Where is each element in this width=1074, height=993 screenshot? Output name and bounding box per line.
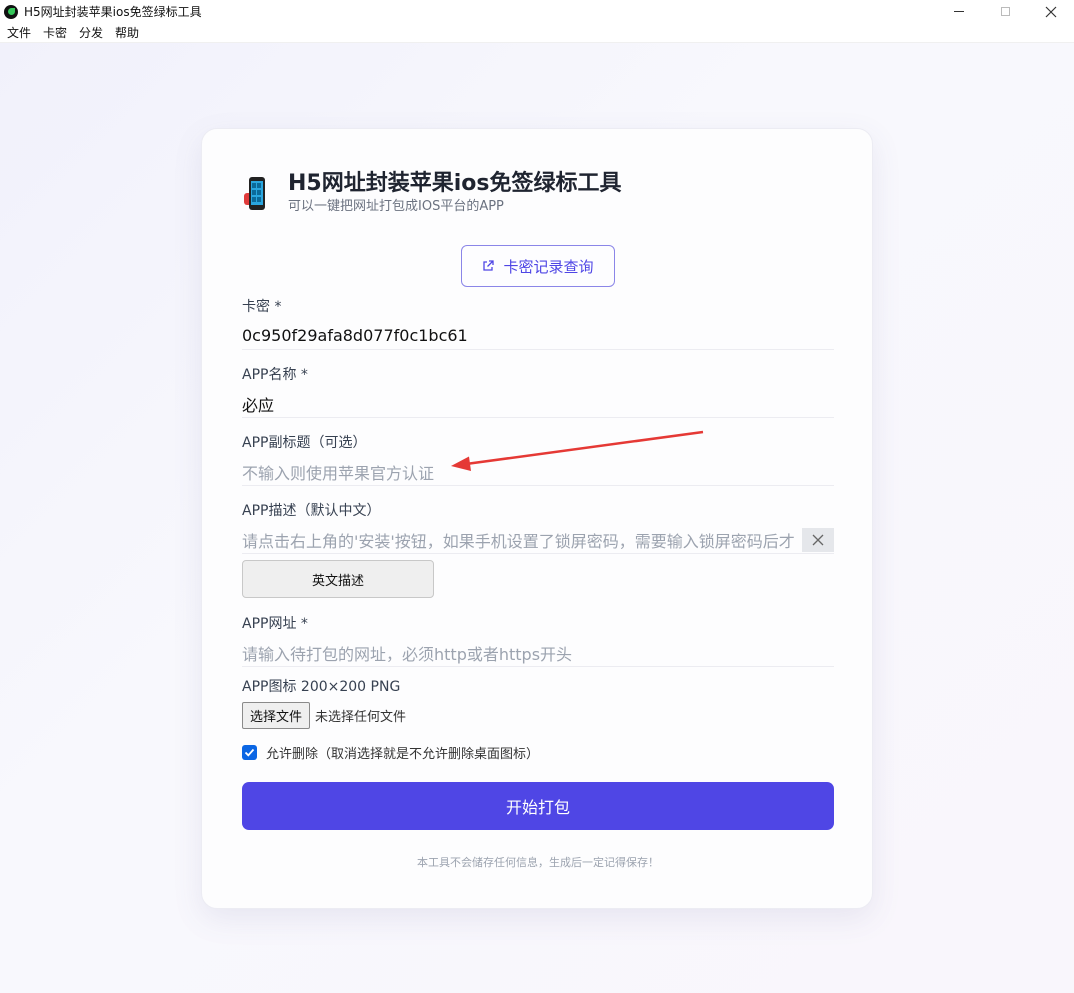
- allow-delete-checkbox[interactable]: [242, 745, 257, 760]
- minimize-button[interactable]: [936, 0, 982, 23]
- app-url-input[interactable]: 请输入待打包的网址，必须http或者https开头: [242, 639, 834, 667]
- app-subtitle-label: APP副标题（可选）: [242, 435, 367, 451]
- app-url-field: APP网址 * 请输入待打包的网址，必须http或者https开头: [242, 615, 834, 667]
- menu-file[interactable]: 文件: [0, 24, 37, 41]
- card-header: H5网址封装苹果ios免签绿标工具 可以一键把网址打包成IOS平台的APP: [242, 169, 621, 215]
- app-subtitle-field: APP副标题（可选） 不输入则使用苹果官方认证: [242, 434, 834, 486]
- app-name-field: APP名称 * 必应: [242, 366, 834, 418]
- external-link-icon: [483, 260, 495, 271]
- maximize-button[interactable]: [982, 0, 1028, 23]
- page-background: H5网址封装苹果ios免签绿标工具 可以一键把网址打包成IOS平台的APP 卡密…: [0, 43, 1074, 993]
- footer-note: 本工具不会储存任何信息，生成后一定记得保存！: [417, 856, 659, 869]
- mobile-phone-icon: [242, 175, 272, 213]
- app-subtitle-input[interactable]: 不输入则使用苹果官方认证: [242, 458, 834, 486]
- page-subtitle: 可以一键把网址打包成IOS平台的APP: [288, 199, 504, 214]
- menu-card-key[interactable]: 卡密: [37, 24, 73, 41]
- card-key-input[interactable]: 0c950f29afa8d077f0c1bc61: [242, 322, 834, 350]
- menu-help[interactable]: 帮助: [109, 24, 145, 41]
- form-card: H5网址封装苹果ios免签绿标工具 可以一键把网址打包成IOS平台的APP 卡密…: [201, 128, 873, 909]
- close-window-button[interactable]: [1028, 0, 1074, 23]
- app-icon-label: APP图标 200×200 PNG: [242, 679, 401, 695]
- allow-delete-label[interactable]: 允许删除（取消选择就是不允许删除桌面图标）: [266, 743, 539, 762]
- file-picker: 选择文件 未选择任何文件: [242, 702, 834, 729]
- window-controls: [936, 0, 1074, 23]
- start-packaging-button[interactable]: 开始打包: [242, 782, 834, 830]
- maximize-icon: [1000, 7, 1010, 16]
- app-description-field: APP描述（默认中文） 请点击右上角的'安装'按钮，如果手机设置了锁屏密码，需要…: [242, 502, 834, 554]
- menu-bar: 文件 卡密 分发 帮助: [0, 23, 1074, 43]
- close-icon: [812, 534, 824, 545]
- card-key-history-button[interactable]: 卡密记录查询: [461, 245, 615, 287]
- close-icon: [1045, 6, 1057, 17]
- title-block: H5网址封装苹果ios免签绿标工具 可以一键把网址打包成IOS平台的APP: [288, 169, 621, 215]
- choose-file-button[interactable]: 选择文件: [242, 702, 311, 729]
- card-key-label: 卡密 *: [242, 299, 282, 315]
- app-name-input[interactable]: 必应: [242, 390, 834, 418]
- file-status: 未选择任何文件: [315, 710, 407, 725]
- checkmark-icon: [244, 748, 255, 757]
- window-title: H5网址封装苹果ios免签绿标工具: [24, 5, 202, 19]
- clear-description-button[interactable]: [802, 527, 834, 552]
- menu-distribute[interactable]: 分发: [73, 24, 109, 41]
- app-description-placeholder: 请点击右上角的'安装'按钮，如果手机设置了锁屏密码，需要输入锁屏密码后才: [242, 531, 795, 551]
- app-logo-icon: [4, 4, 18, 19]
- card-key-field: 卡密 * 0c950f29afa8d077f0c1bc61: [242, 298, 834, 350]
- page-title: H5网址封装苹果ios免签绿标工具: [288, 171, 622, 196]
- app-description-label: APP描述（默认中文）: [242, 503, 381, 519]
- english-description-button[interactable]: 英文描述: [242, 560, 434, 598]
- allow-delete-row: 允许删除（取消选择就是不允许删除桌面图标）: [242, 743, 539, 762]
- minimize-icon: [954, 11, 964, 12]
- app-description-input[interactable]: 请点击右上角的'安装'按钮，如果手机设置了锁屏密码，需要输入锁屏密码后才: [242, 526, 834, 554]
- card-key-history-label: 卡密记录查询: [503, 257, 594, 276]
- app-name-label: APP名称 *: [242, 367, 308, 383]
- app-url-label: APP网址 *: [242, 616, 308, 632]
- title-bar: H5网址封装苹果ios免签绿标工具: [0, 0, 1074, 23]
- app-icon-field: APP图标 200×200 PNG 选择文件 未选择任何文件: [242, 678, 834, 729]
